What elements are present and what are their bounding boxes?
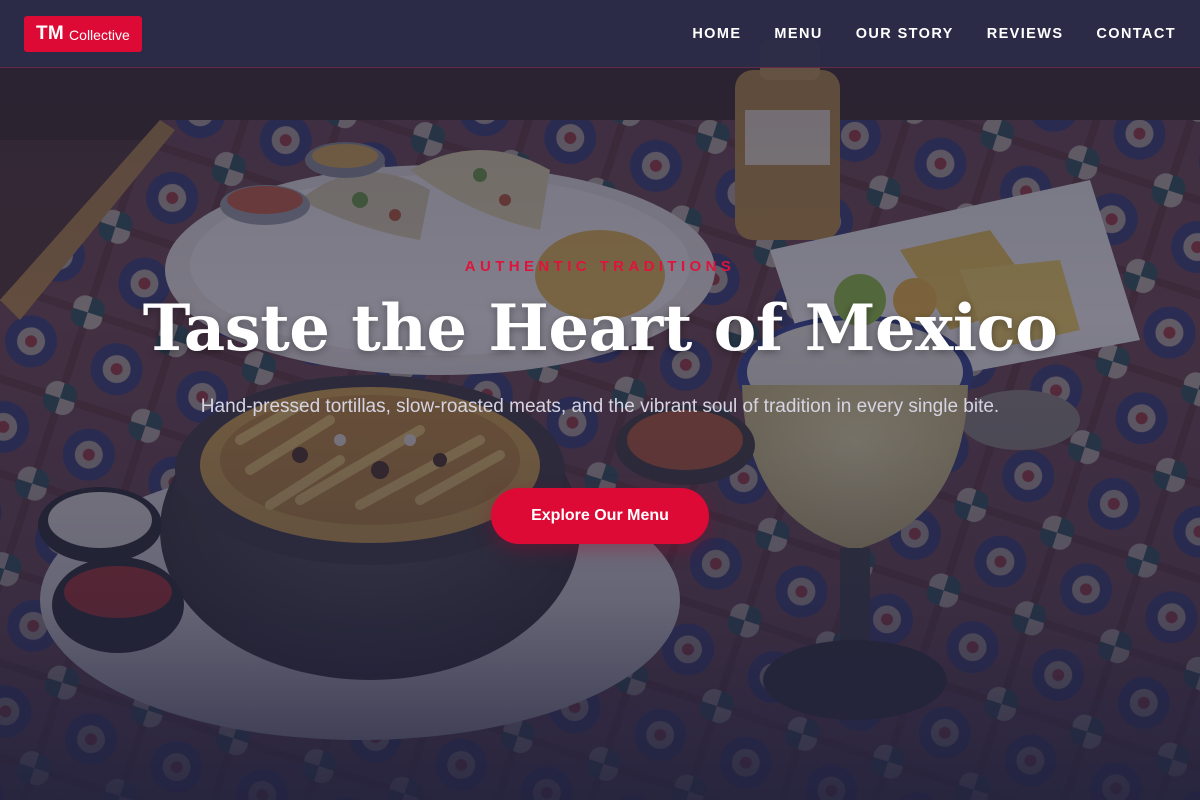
nav-menu[interactable]: MENU	[774, 26, 822, 42]
nav-reviews[interactable]: REVIEWS	[987, 26, 1064, 42]
hero-title: Taste the Heart of Mexico	[142, 291, 1058, 366]
logo-wordmark: Collective	[69, 27, 130, 43]
hero-subtitle: Hand-pressed tortillas, slow-roasted mea…	[200, 396, 1000, 417]
nav-contact[interactable]: CONTACT	[1096, 26, 1176, 42]
hero-section: AUTHENTIC TRADITIONS Taste the Heart of …	[0, 0, 1200, 800]
explore-menu-button[interactable]: Explore Our Menu	[491, 488, 709, 544]
landing-page: TM Collective HOME MENU OUR STORY REVIEW…	[0, 0, 1200, 800]
site-header: TM Collective HOME MENU OUR STORY REVIEW…	[0, 0, 1200, 68]
logo-mark: TM	[36, 22, 65, 44]
logo[interactable]: TM Collective	[24, 15, 142, 52]
nav-home[interactable]: HOME	[692, 26, 741, 42]
main-nav: HOME MENU OUR STORY REVIEWS CONTACT	[659, 26, 1176, 42]
hero-eyebrow: AUTHENTIC TRADITIONS	[464, 258, 736, 275]
nav-our-story[interactable]: OUR STORY	[856, 26, 954, 42]
